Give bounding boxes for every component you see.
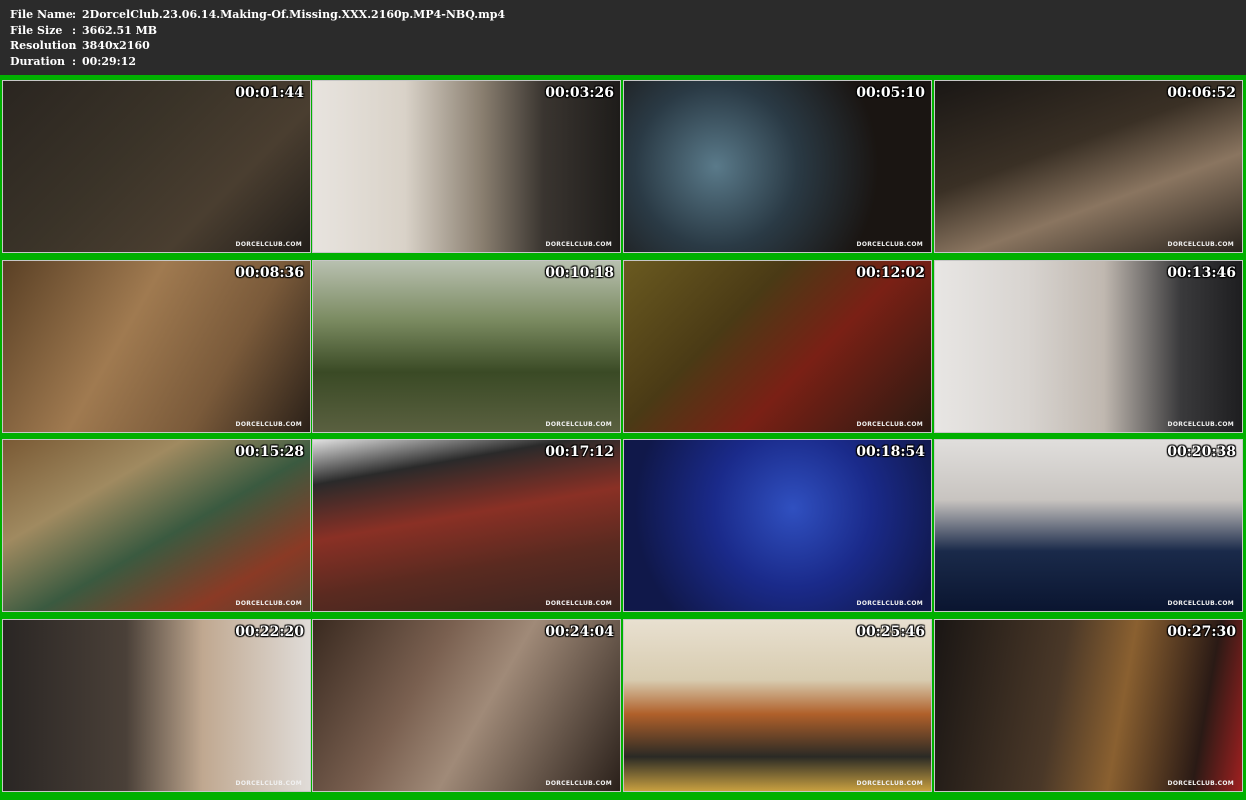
thumbnail-2-timestamp: 00:03:26 — [545, 85, 614, 101]
thumbnail-15-image — [624, 620, 931, 791]
thumbnail-14-timestamp: 00:24:04 — [545, 624, 614, 640]
thumbnail-10: 00:17:12 DORCELCLUB.COM — [312, 439, 621, 612]
thumbnail-12: 00:20:38 DORCELCLUB.COM — [934, 439, 1243, 612]
duration-separator: : — [72, 55, 77, 68]
thumbnail-12-watermark: DORCELCLUB.COM — [1167, 600, 1234, 607]
thumbnail-2: 00:03:26 DORCELCLUB.COM — [312, 80, 621, 253]
thumbnail-16-timestamp: 00:27:30 — [1167, 624, 1236, 640]
thumbnail-16: 00:27:30 DORCELCLUB.COM — [934, 619, 1243, 792]
thumbnail-11-timestamp: 00:18:54 — [856, 444, 925, 460]
file-size-value: 3662.51 MB — [82, 24, 158, 37]
thumbnail-10-watermark: DORCELCLUB.COM — [545, 600, 612, 607]
thumbnail-13-timestamp: 00:22:20 — [235, 624, 304, 640]
thumbnail-13-image — [3, 620, 310, 791]
thumbnail-11-watermark: DORCELCLUB.COM — [856, 600, 923, 607]
thumbnail-6-timestamp: 00:10:18 — [545, 265, 614, 281]
duration-label: Duration — [10, 55, 66, 68]
thumbnail-16-image — [935, 620, 1242, 791]
resolution-value: 3840x2160 — [82, 39, 150, 52]
thumbnail-1-timestamp: 00:01:44 — [235, 85, 304, 101]
thumbnail-8-timestamp: 00:13:46 — [1167, 265, 1236, 281]
thumbnail-15-timestamp: 00:25:46 — [856, 624, 925, 640]
resolution-label: Resolution — [10, 39, 77, 52]
thumbnail-15: 00:25:46 DORCELCLUB.COM — [623, 619, 932, 792]
thumbnail-14: 00:24:04 DORCELCLUB.COM — [312, 619, 621, 792]
thumbnail-7-image — [624, 261, 931, 432]
file-name-separator: : — [72, 8, 77, 21]
file-name-label: File Name — [10, 8, 73, 21]
thumbnail-3-watermark: DORCELCLUB.COM — [856, 241, 923, 248]
thumbnail-1-watermark: DORCELCLUB.COM — [235, 241, 302, 248]
thumbnail-9: 00:15:28 DORCELCLUB.COM — [2, 439, 311, 612]
thumbnail-4-timestamp: 00:06:52 — [1167, 85, 1236, 101]
thumbnail-5-timestamp: 00:08:36 — [235, 265, 304, 281]
thumbnail-9-image — [3, 440, 310, 611]
thumbnail-2-image — [313, 81, 620, 252]
thumbnail-grid: 00:01:44 DORCELCLUB.COM 00:03:26 DORCELC… — [0, 75, 1246, 800]
thumbnail-15-watermark: DORCELCLUB.COM — [856, 780, 923, 787]
thumbnail-6-watermark: DORCELCLUB.COM — [545, 421, 612, 428]
file-info-header: File Name : 2DorcelClub.23.06.14.Making-… — [0, 0, 1246, 73]
thumbnail-12-image — [935, 440, 1242, 611]
thumbnail-13-watermark: DORCELCLUB.COM — [235, 780, 302, 787]
thumbnail-7-watermark: DORCELCLUB.COM — [856, 421, 923, 428]
duration-value: 00:29:12 — [82, 55, 137, 68]
thumbnail-13: 00:22:20 DORCELCLUB.COM — [2, 619, 311, 792]
thumbnail-14-image — [313, 620, 620, 791]
thumbnail-4-image — [935, 81, 1242, 252]
thumbnail-5-watermark: DORCELCLUB.COM — [235, 421, 302, 428]
thumbnail-4: 00:06:52 DORCELCLUB.COM — [934, 80, 1243, 253]
thumbnail-2-watermark: DORCELCLUB.COM — [545, 241, 612, 248]
thumbnail-1-image — [3, 81, 310, 252]
thumbnail-8-watermark: DORCELCLUB.COM — [1167, 421, 1234, 428]
thumbnail-1: 00:01:44 DORCELCLUB.COM — [2, 80, 311, 253]
thumbnail-6-image — [313, 261, 620, 432]
resolution-separator: : — [72, 39, 77, 52]
thumbnail-11-image — [624, 440, 931, 611]
thumbnail-12-timestamp: 00:20:38 — [1167, 444, 1236, 460]
thumbnail-7-timestamp: 00:12:02 — [856, 265, 925, 281]
thumbnail-4-watermark: DORCELCLUB.COM — [1167, 241, 1234, 248]
file-name-value: 2DorcelClub.23.06.14.Making-Of.Missing.X… — [82, 8, 506, 21]
thumbnail-16-watermark: DORCELCLUB.COM — [1167, 780, 1234, 787]
thumbnail-3: 00:05:10 DORCELCLUB.COM — [623, 80, 932, 253]
thumbnail-14-watermark: DORCELCLUB.COM — [545, 780, 612, 787]
thumbnail-8: 00:13:46 DORCELCLUB.COM — [934, 260, 1243, 433]
thumbnail-7: 00:12:02 DORCELCLUB.COM — [623, 260, 932, 433]
file-size-separator: : — [72, 24, 77, 37]
thumbnail-11: 00:18:54 DORCELCLUB.COM — [623, 439, 932, 612]
thumbnail-10-image — [313, 440, 620, 611]
file-size-label: File Size — [10, 24, 63, 37]
thumbnail-6: 00:10:18 DORCELCLUB.COM — [312, 260, 621, 433]
thumbnail-9-timestamp: 00:15:28 — [235, 444, 304, 460]
thumbnail-3-image — [624, 81, 931, 252]
thumbnail-5: 00:08:36 DORCELCLUB.COM — [2, 260, 311, 433]
thumbnail-10-timestamp: 00:17:12 — [545, 444, 614, 460]
thumbnail-8-image — [935, 261, 1242, 432]
thumbnail-5-image — [3, 261, 310, 432]
thumbnail-9-watermark: DORCELCLUB.COM — [235, 600, 302, 607]
thumbnail-3-timestamp: 00:05:10 — [856, 85, 925, 101]
